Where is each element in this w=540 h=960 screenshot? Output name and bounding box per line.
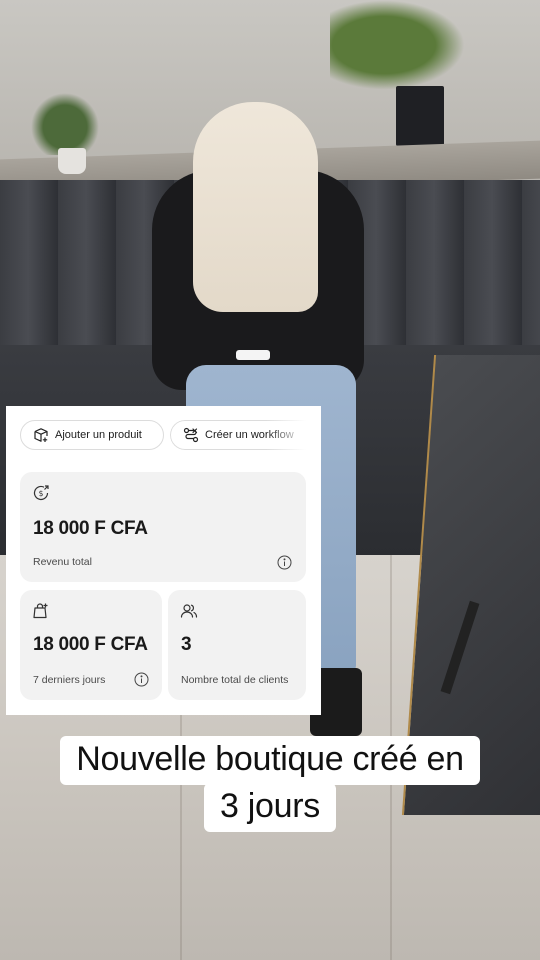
create-workflow-label: Créer un workflow	[205, 429, 294, 441]
dollar-circle-icon: $	[32, 484, 50, 502]
total-customers-label: Nombre total de clients	[181, 674, 289, 686]
add-product-label: Ajouter un produit	[55, 429, 142, 441]
bonsai-plant	[330, 0, 465, 90]
total-revenue-card[interactable]: $ 18 000 F CFA Revenu total	[20, 472, 306, 582]
users-icon	[180, 602, 198, 620]
create-workflow-button[interactable]: Créer un workflow	[170, 420, 321, 450]
plant-pot	[396, 86, 444, 146]
workflow-icon	[183, 427, 199, 443]
quick-actions: Ajouter un produit Créer un workflow	[20, 420, 321, 452]
video-caption: Nouvelle boutique créé en 3 jours	[0, 736, 540, 833]
total-revenue-label: Revenu total	[33, 556, 92, 568]
small-plant-pot	[58, 148, 86, 174]
last-7-days-label: 7 derniers jours	[33, 674, 106, 686]
caption-line-1: Nouvelle boutique créé en	[60, 736, 480, 786]
person-towel	[193, 102, 318, 312]
shopping-bag-icon	[32, 602, 50, 620]
total-customers-value: 3	[181, 634, 192, 655]
box-plus-icon	[33, 427, 49, 443]
caption-line-2: 3 jours	[204, 783, 336, 833]
small-plant	[30, 85, 100, 155]
total-customers-card[interactable]: 3 Nombre total de clients	[168, 590, 306, 700]
info-icon[interactable]	[277, 555, 292, 570]
phone	[236, 350, 270, 360]
total-revenue-value: 18 000 F CFA	[33, 518, 148, 539]
last-7-days-value: 18 000 F CFA	[33, 634, 148, 655]
add-product-button[interactable]: Ajouter un produit	[20, 420, 164, 450]
last-7-days-card[interactable]: 18 000 F CFA 7 derniers jours	[20, 590, 162, 700]
svg-text:$: $	[39, 489, 44, 498]
dashboard-overlay: Ajouter un produit Créer un workflow $ 1…	[6, 406, 321, 715]
info-icon[interactable]	[134, 672, 149, 687]
